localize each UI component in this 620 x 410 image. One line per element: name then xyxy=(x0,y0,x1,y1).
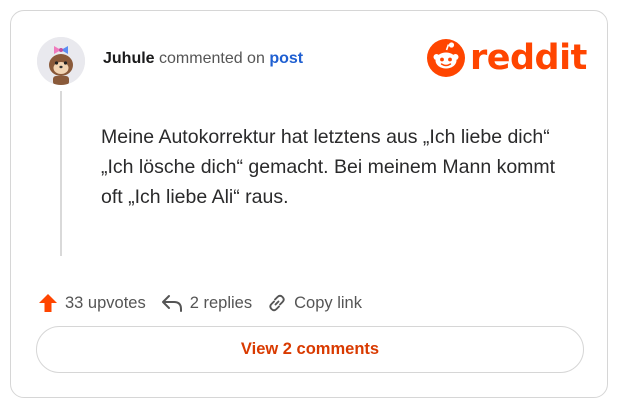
avatar-icon[interactable] xyxy=(37,37,85,85)
upvote-arrow-icon xyxy=(39,294,57,312)
reply-icon xyxy=(161,295,182,312)
comment-body: Meine Autokorrektur hat letztens aus „Ic… xyxy=(101,126,556,208)
thread-line xyxy=(60,91,62,256)
post-link[interactable]: post xyxy=(269,50,303,67)
view-comments-button[interactable]: View 2 comments xyxy=(36,326,584,373)
action-text: commented on xyxy=(159,50,265,67)
comment-card: Juhule commented on post reddit Meine Au… xyxy=(10,10,608,398)
comment-header: Juhule commented on post xyxy=(103,50,303,68)
replies-count: 2 replies xyxy=(189,293,253,312)
comment-actions: 33 upvotes 2 replies Copy link xyxy=(37,290,376,316)
reddit-wordmark: reddit xyxy=(470,38,587,78)
copy-link-label: Copy link xyxy=(294,293,362,312)
copy-link-button[interactable]: Copy link xyxy=(266,292,362,314)
replies-button[interactable]: 2 replies xyxy=(160,292,252,314)
upvote-count: 33 upvotes xyxy=(65,293,146,312)
reddit-snoo-icon xyxy=(427,39,465,77)
reddit-logo[interactable]: reddit xyxy=(427,39,587,77)
username-link[interactable]: Juhule xyxy=(103,50,155,67)
link-icon xyxy=(269,294,285,312)
upvote-button[interactable]: 33 upvotes xyxy=(37,292,146,314)
